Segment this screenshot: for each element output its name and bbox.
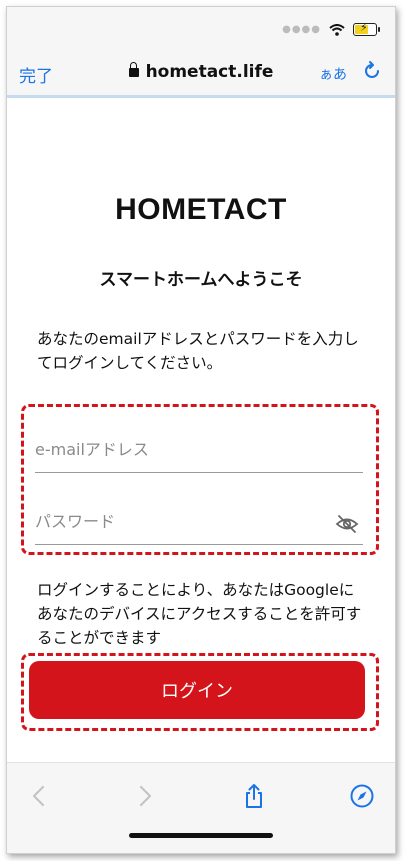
text-size-button[interactable]: ぁあ [319, 64, 347, 84]
compass-icon[interactable] [349, 783, 375, 809]
lock-icon [128, 62, 139, 77]
password-placeholder: パスワード [35, 512, 116, 531]
login-instructions: あなたのemailアドレスとパスワードを入力してログインしてください。 [37, 330, 359, 372]
phone-frame: ●●●● ⚡ 完了 hometact.life ぁあ HOMETACT スマート… [6, 6, 396, 854]
google-access-notice: ログインすることにより、あなたはGoogleにあなたのデバイスにアクセスすること… [37, 581, 362, 647]
url-text: hometact.life [145, 62, 274, 82]
email-field[interactable]: e-mailアドレス [35, 432, 363, 473]
eye-slash-icon[interactable] [335, 514, 359, 534]
battery-charging-icon: ⚡ [353, 21, 380, 36]
chevron-left-icon[interactable] [27, 783, 53, 809]
login-button[interactable]: ログイン [29, 661, 365, 719]
browser-nav-bar: 完了 hometact.life ぁあ [7, 51, 395, 98]
password-field[interactable]: パスワード [35, 504, 363, 545]
reload-icon[interactable] [361, 60, 383, 82]
hometact-logo: HOMETACT [115, 193, 287, 226]
share-icon[interactable] [241, 783, 267, 809]
status-bar: ●●●● ⚡ [7, 7, 395, 51]
signal-dots-icon: ●●●● [282, 24, 321, 35]
browser-toolbar [7, 762, 395, 853]
home-indicator [129, 833, 273, 838]
chevron-right-icon[interactable] [131, 783, 157, 809]
welcome-heading: スマートホームへようこそ [99, 270, 303, 290]
wifi-icon [329, 23, 345, 36]
email-placeholder: e-mailアドレス [35, 440, 149, 459]
